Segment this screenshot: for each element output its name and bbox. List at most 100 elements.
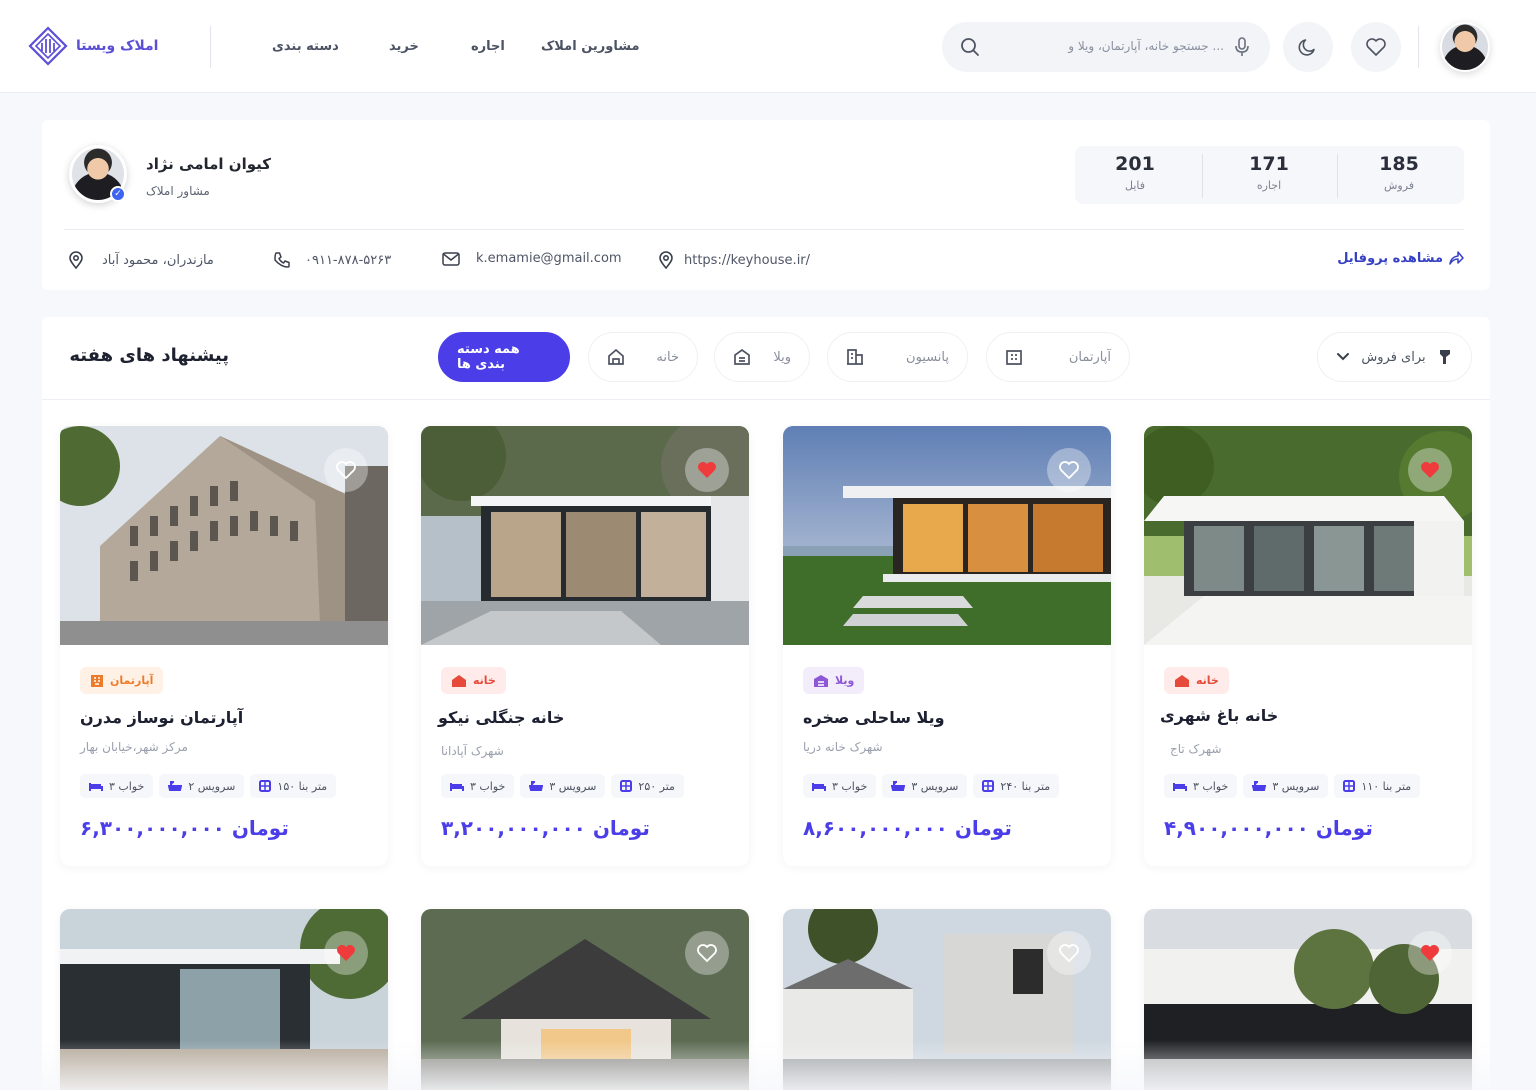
chip-villa[interactable]: ویلا: [714, 332, 810, 382]
nav-agents[interactable]: مشاورین املاک: [541, 39, 640, 54]
heart-filled-icon: [1421, 945, 1439, 961]
building-icon: [847, 349, 863, 365]
heart-outline-icon: [336, 461, 356, 480]
spec-bathrooms: ۳ سرویس: [520, 774, 606, 798]
agent-stats: 185 فروش 171 اجاره 201 فایل: [1075, 146, 1464, 204]
property-location: شهرک تاج: [1170, 742, 1222, 756]
property-specs: ۳ خواب ۳ سرویس ۲۵۰ متر: [441, 774, 684, 798]
sale-type-dropdown[interactable]: برای فروش: [1317, 332, 1472, 382]
property-title[interactable]: خانه باغ شهری: [1160, 706, 1278, 725]
spec-area-text: ۲۴۰ متر بنا: [1000, 779, 1051, 793]
nav-categories[interactable]: دسته بندی: [272, 39, 339, 54]
stat-rent-value: 171: [1249, 153, 1289, 175]
category-label: خانه: [473, 674, 496, 687]
category-label: ویلا: [835, 674, 855, 687]
spec-bathrooms: ۳ سرویس: [882, 774, 968, 798]
spec-area: ۱۱۰ متر بنا: [1334, 774, 1421, 798]
apartment-icon: [1006, 350, 1022, 365]
property-title[interactable]: ویلا ساحلی صخره: [803, 708, 945, 727]
favorite-heart-button[interactable]: [1408, 448, 1452, 492]
bath-icon: [529, 781, 544, 791]
nav-buy[interactable]: خرید: [389, 39, 419, 54]
spec-bathrooms-text: ۳ سرویس: [1272, 779, 1320, 793]
chip-label: آپارتمان: [1068, 349, 1111, 365]
microphone-icon[interactable]: [1234, 37, 1250, 57]
property-price: ۴,۹۰۰,۰۰۰,۰۰۰ تومان: [1164, 816, 1373, 840]
bath-icon: [891, 781, 906, 791]
spec-area-text: ۱۵۰ متر بنا: [277, 779, 328, 793]
property-title[interactable]: آپارتمان نوساز مدرن: [80, 708, 243, 727]
phone-icon: [274, 252, 290, 268]
apartment-icon: [91, 674, 103, 687]
spec-area-text: ۲۵۰ متر: [638, 779, 675, 793]
bed-icon: [89, 783, 103, 791]
chip-pension[interactable]: پانسیون: [827, 332, 968, 382]
header-divider: [210, 26, 211, 68]
spec-bedrooms: ۳ خواب: [80, 774, 154, 798]
key-icon: [1440, 350, 1450, 364]
category-badge: آپارتمان: [80, 667, 164, 694]
divider: [42, 399, 1490, 400]
property-price: ۸,۶۰۰,۰۰۰,۰۰۰ تومان: [803, 816, 1012, 840]
house-icon: [1175, 674, 1189, 687]
category-badge: خانه: [1164, 667, 1229, 694]
villa-icon: [734, 349, 750, 365]
favorite-heart-button[interactable]: [324, 448, 368, 492]
search-icon[interactable]: [960, 37, 980, 57]
spec-bathrooms-text: ۳ سرویس: [549, 779, 597, 793]
spec-area: ۲۴۰ متر بنا: [973, 774, 1060, 798]
favorite-heart-button[interactable]: [1047, 448, 1091, 492]
spec-area: ۲۵۰ متر: [611, 774, 684, 798]
property-card[interactable]: خانه خانه باغ شهری شهرک تاج ۳ خواب ۳ سرو…: [1144, 426, 1472, 866]
search-input[interactable]: جستجو خانه، آپارتمان، ویلا و ...: [1068, 39, 1224, 53]
stat-divider: [1202, 154, 1203, 198]
agent-phone[interactable]: ۰۹۱۱-۸۷۸-۵۲۶۳: [273, 251, 391, 269]
stat-rent-label: اجاره: [1256, 179, 1282, 192]
favorites-button[interactable]: [1351, 22, 1401, 72]
favorite-heart-button[interactable]: [685, 931, 729, 975]
bottom-fade: [0, 1040, 1536, 1090]
villa-icon: [814, 674, 828, 687]
spec-bedrooms-text: ۳ خواب: [109, 779, 145, 793]
property-specs: ۳ خواب ۳ سرویس ۲۴۰ متر بنا: [803, 774, 1060, 798]
user-avatar[interactable]: [1440, 22, 1490, 72]
search-bar[interactable]: جستجو خانه، آپارتمان، ویلا و ...: [942, 22, 1270, 72]
property-card[interactable]: خانه خانه جنگلی نیکو شهرک آپادانا ۳ خواب…: [421, 426, 749, 866]
house-icon: [608, 349, 624, 365]
view-profile-label: مشاهده پروفایل: [1337, 250, 1443, 266]
property-title[interactable]: خانه جنگلی نیکو: [438, 708, 564, 727]
spec-bathrooms: ۲ سرویس: [159, 774, 245, 798]
verified-badge-icon: ✓: [110, 186, 126, 202]
spec-bedrooms: ۳ خواب: [1164, 774, 1238, 798]
property-card[interactable]: آپارتمان آپارتمان نوساز مدرن مرکز شهر،خی…: [60, 426, 388, 866]
view-profile-link[interactable]: مشاهده پروفایل: [1337, 250, 1464, 266]
area-icon: [259, 780, 272, 792]
bath-icon: [1252, 781, 1267, 791]
nav-rent[interactable]: اجاره: [471, 39, 505, 54]
favorite-heart-button[interactable]: [1047, 931, 1091, 975]
bed-icon: [1173, 783, 1187, 791]
heart-filled-icon: [337, 945, 355, 961]
property-card[interactable]: ویلا ویلا ساحلی صخره شهرک خانه دریا ۳ خو…: [783, 426, 1111, 866]
favorite-heart-button[interactable]: [685, 448, 729, 492]
property-specs: ۳ خواب ۲ سرویس ۱۵۰ متر بنا: [80, 774, 337, 798]
stat-sales-value: 185: [1379, 153, 1419, 175]
stat-files: 201 فایل: [1070, 146, 1200, 204]
agent-email[interactable]: k.emamie@gmail.com: [442, 251, 622, 266]
chip-house[interactable]: خانه: [588, 332, 698, 382]
agent-website[interactable]: https://keyhouse.ir/: [658, 251, 810, 269]
property-location: شهرک خانه دریا: [803, 740, 883, 754]
spec-bathrooms-text: ۲ سرویس: [188, 779, 236, 793]
favorite-heart-button[interactable]: [1408, 931, 1452, 975]
brand-logo[interactable]: املاک ویستا: [28, 26, 158, 66]
agent-email-text: k.emamie@gmail.com: [476, 251, 622, 266]
chip-apartment[interactable]: آپارتمان: [986, 332, 1130, 382]
spec-bathrooms-text: ۳ سرویس: [911, 779, 959, 793]
dark-mode-toggle[interactable]: [1283, 22, 1333, 72]
favorite-heart-button[interactable]: [324, 931, 368, 975]
chip-all-categories[interactable]: همه دسته بندی ها: [438, 332, 570, 382]
heart-outline-icon: [697, 944, 717, 963]
spec-bathrooms: ۳ سرویس: [1243, 774, 1329, 798]
header-divider: [1418, 26, 1419, 68]
category-label: خانه: [1196, 674, 1219, 687]
